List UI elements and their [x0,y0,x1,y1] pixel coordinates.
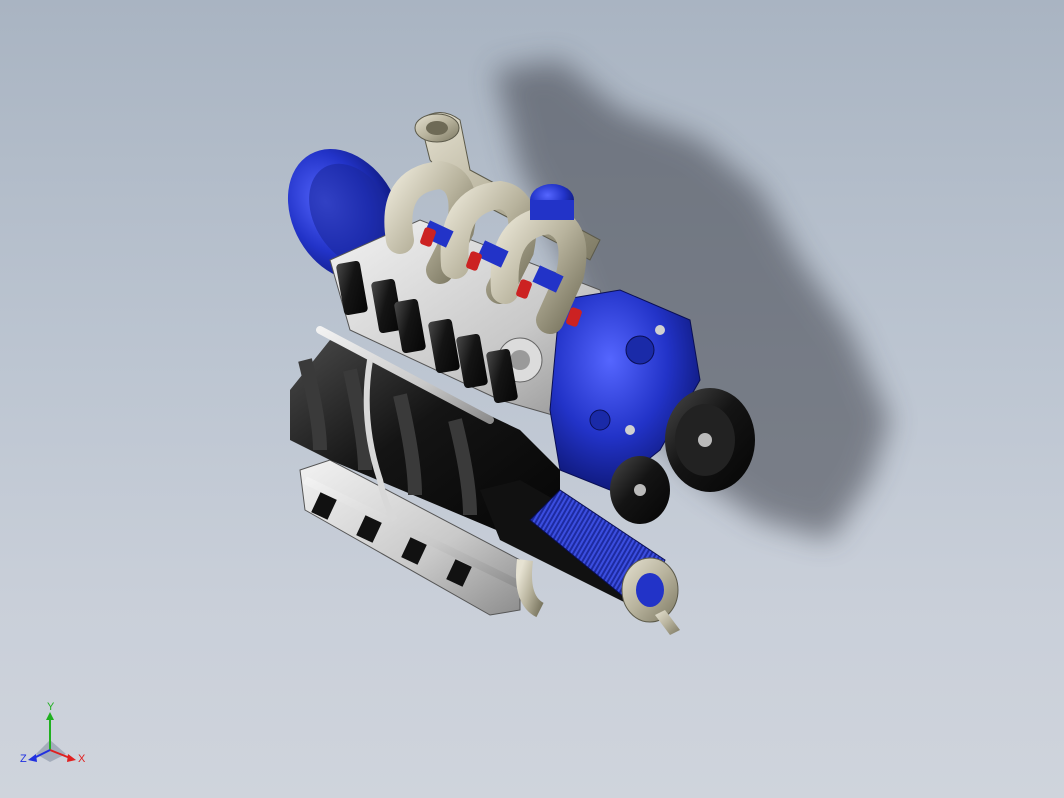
top-blue-fitting [530,184,574,220]
y-axis-arrow [46,712,54,720]
x-axis-label: X [78,753,86,765]
engine-model-scene[interactable] [0,0,1064,798]
coordinate-triad: Y X Z [20,701,86,765]
graphics-viewport[interactable]: Y X Z [0,0,1064,798]
z-axis-label: Z [20,753,27,765]
y-axis-label: Y [47,701,55,713]
z-axis-arrow [28,754,37,762]
x-axis-arrow [67,754,76,762]
